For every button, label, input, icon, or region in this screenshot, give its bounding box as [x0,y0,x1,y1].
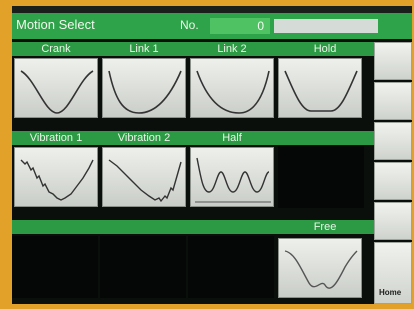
category-row-1: Crank Link 1 Link 2 Hold [12,42,374,56]
header-bar: Motion Select No. 0 [12,13,412,39]
page-title: Motion Select [16,17,95,32]
motion-tile-link-2[interactable] [190,58,274,118]
side-button-4[interactable] [374,162,412,200]
device-frame: Motion Select No. 0 Crank Link 1 Link 2 … [0,0,414,309]
motion-tile-half[interactable] [190,147,274,207]
category-link-2: Link 2 [217,43,247,55]
category-crank: Crank [41,43,71,55]
category-free: Free [313,221,337,233]
motion-tile-hold[interactable] [278,58,362,118]
category-vibration-1: Vibration 1 [29,132,83,144]
motion-tile-link-1[interactable] [102,58,186,118]
link-1-curve-icon [108,70,182,114]
category-row-2: Vibration 1 Vibration 2 Half [12,131,374,145]
hold-curve-icon [284,70,358,112]
free-curve-icon [284,250,358,289]
crank-curve-icon [20,70,94,114]
empty-slot [278,146,364,208]
side-button-2[interactable] [374,82,412,120]
motion-tile-crank[interactable] [14,58,98,118]
empty-slot [12,236,98,298]
vibration-1-curve-icon [20,159,94,201]
touch-screen: Motion Select No. 0 Crank Link 1 Link 2 … [12,6,412,304]
number-label: No. [180,18,199,32]
category-vibration-2: Vibration 2 [117,132,171,144]
category-hold: Hold [313,43,337,55]
motion-tile-vibration-1[interactable] [14,147,98,207]
category-link-1: Link 1 [129,43,159,55]
empty-slot [100,236,186,298]
name-field[interactable] [274,19,378,33]
category-half: Half [222,132,242,144]
half-curve-icon [195,157,271,203]
side-button-3[interactable] [374,122,412,160]
side-button-1[interactable] [374,42,412,80]
home-button[interactable]: Home [374,242,412,304]
category-row-3: Free [12,220,374,234]
motion-tile-vibration-2[interactable] [102,147,186,207]
empty-slot [188,236,274,298]
number-input[interactable]: 0 [210,18,270,34]
link-2-curve-icon [196,70,270,114]
home-button-label: Home [379,288,402,297]
side-button-5[interactable] [374,202,412,240]
status-bar [12,6,412,13]
vibration-2-curve-icon [108,159,182,203]
motion-tile-free[interactable] [278,238,362,298]
